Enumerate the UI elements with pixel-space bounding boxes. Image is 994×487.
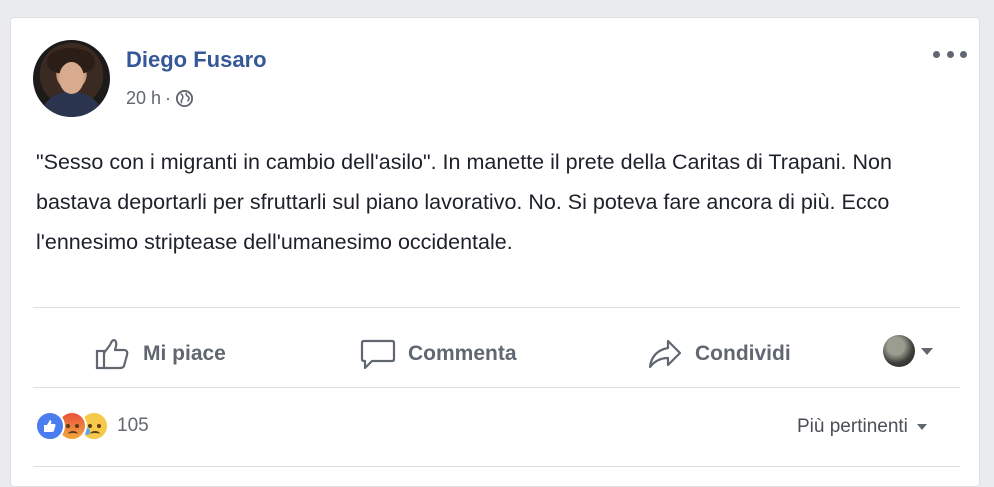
chevron-down-icon (921, 347, 933, 355)
globe-icon[interactable] (175, 89, 194, 108)
like-reaction-icon (35, 411, 65, 441)
divider-top (33, 307, 960, 308)
comment-sort-label: Più pertinenti (797, 416, 908, 437)
divider-middle (33, 387, 960, 388)
share-button[interactable]: Condividi (647, 334, 791, 374)
more-options-icon[interactable] (933, 44, 967, 64)
thumbs-up-icon (95, 338, 129, 370)
share-arrow-icon (648, 339, 682, 369)
divider-bottom (33, 466, 960, 467)
author-avatar[interactable] (33, 40, 110, 117)
comment-button[interactable]: Commenta (360, 334, 517, 374)
author-name[interactable]: Diego Fusaro (126, 47, 267, 73)
like-button[interactable]: Mi piace (95, 334, 226, 374)
chevron-down-icon (916, 424, 927, 430)
post-meta: 20 h · (126, 88, 194, 109)
like-label: Mi piace (143, 342, 226, 365)
comment-sort-dropdown[interactable]: Più pertinenti (797, 416, 927, 438)
post-text: "Sesso con i migranti in cambio dell'asi… (36, 150, 892, 254)
user-avatar-small (883, 335, 915, 367)
share-label: Condividi (695, 342, 791, 365)
post-as-selector[interactable] (883, 335, 933, 367)
post-card: Diego Fusaro 20 h · "Sesso con i migrant… (10, 17, 980, 487)
reaction-count[interactable]: 105 (117, 415, 149, 437)
comment-label: Commenta (408, 342, 517, 365)
reactions-summary[interactable]: 105 (35, 411, 149, 441)
meta-separator: · (165, 88, 172, 108)
post-timestamp[interactable]: 20 h (126, 88, 161, 109)
comment-icon (360, 339, 396, 370)
